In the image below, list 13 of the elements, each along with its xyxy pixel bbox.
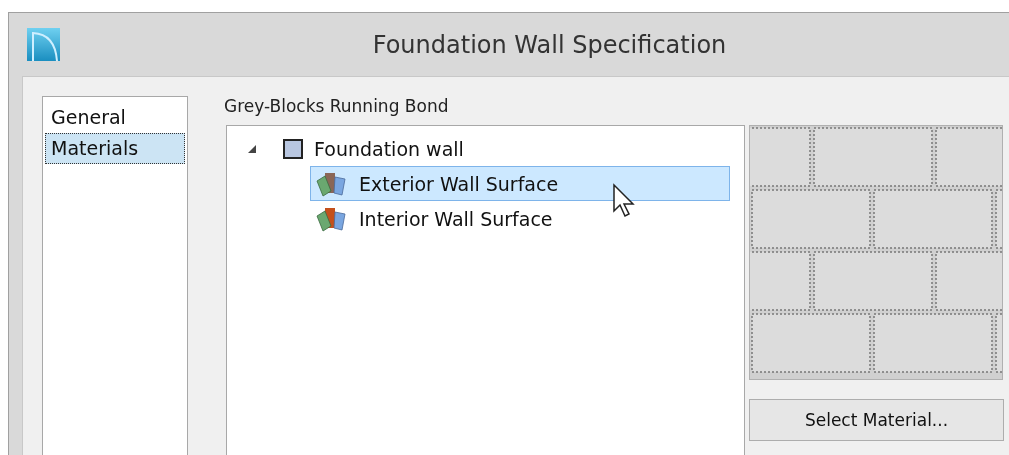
tree-item[interactable]: Exterior Wall Surface (310, 166, 730, 201)
category-item[interactable]: General (45, 102, 185, 133)
material-name: Grey-Blocks Running Bond (224, 96, 450, 116)
wall-icon (282, 137, 304, 160)
select-material-button[interactable]: Select Material... (749, 399, 1004, 441)
tree-item[interactable]: Foundation wall (314, 137, 464, 160)
material-swatch-icon (315, 205, 349, 232)
window-title: Foundation Wall Specification (371, 30, 728, 59)
app-logo-icon (27, 28, 60, 61)
tree-item[interactable]: Interior Wall Surface (310, 201, 730, 236)
cursor-icon (612, 183, 638, 219)
category-item[interactable]: Materials (45, 133, 185, 164)
material-swatch-icon (315, 170, 349, 197)
